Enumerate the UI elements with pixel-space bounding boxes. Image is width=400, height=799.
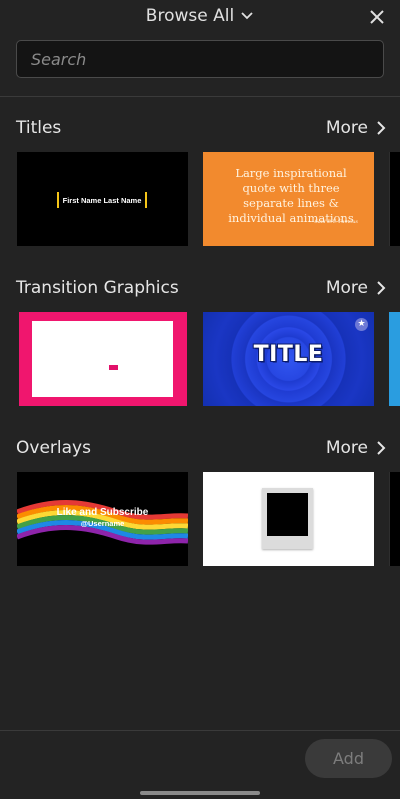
- browse-all-label: Browse All: [145, 6, 235, 26]
- quote-caption: Large inspirational quote with three sep…: [228, 166, 354, 225]
- transition-thumbnail-title[interactable]: TITLE ★: [203, 312, 374, 406]
- quote-author: ~ Said B.Y. Famous: [308, 219, 358, 225]
- transition-thumbnail-peek[interactable]: [389, 312, 400, 406]
- star-icon: ★: [355, 318, 368, 331]
- more-label: More: [325, 438, 368, 458]
- more-button-transition-graphics[interactable]: More: [326, 278, 386, 298]
- header-divider: [0, 96, 400, 97]
- title-thumbnail-peek[interactable]: [389, 152, 400, 246]
- overlay-thumbnail-like-subscribe[interactable]: Like and Subscribe @Username: [17, 472, 188, 566]
- chevron-right-icon: [377, 441, 386, 455]
- polaroid-frame: [262, 488, 313, 549]
- title-thumbnail-quote[interactable]: Large inspirational quote with three sep…: [203, 152, 374, 246]
- like-subscribe-text: Like and Subscribe: [56, 507, 149, 518]
- add-button[interactable]: Add: [305, 739, 392, 778]
- section-title-overlays: Overlays: [16, 438, 91, 458]
- chevron-right-icon: [377, 281, 386, 295]
- more-button-overlays[interactable]: More: [326, 438, 386, 458]
- frame-mark: [109, 365, 118, 370]
- more-label: More: [325, 118, 368, 138]
- overlay-caption: Like and Subscribe @Username: [17, 507, 188, 529]
- section-title-transition-graphics: Transition Graphics: [16, 278, 179, 298]
- title-caption: First Name Last Name: [57, 192, 147, 208]
- home-indicator: [140, 791, 260, 795]
- footer: Add: [0, 730, 400, 799]
- chevron-right-icon: [377, 121, 386, 135]
- transition-title-text: TITLE: [253, 342, 324, 367]
- more-label: More: [325, 278, 368, 298]
- frame-inner: [32, 321, 173, 397]
- username-text: @Username: [80, 519, 125, 528]
- title-thumbnail-first-name[interactable]: First Name Last Name: [17, 152, 188, 246]
- transition-thumbnail-pink-frame[interactable]: [19, 312, 187, 406]
- header: Browse All: [0, 0, 400, 36]
- search-input[interactable]: [16, 40, 384, 78]
- chevron-down-icon: [241, 12, 253, 20]
- polaroid-photo: [267, 493, 308, 536]
- more-button-titles[interactable]: More: [326, 118, 386, 138]
- close-icon[interactable]: [368, 8, 386, 26]
- overlay-thumbnail-polaroid[interactable]: [203, 472, 374, 566]
- section-title-titles: Titles: [16, 118, 62, 138]
- overlay-thumbnail-peek[interactable]: [389, 472, 400, 566]
- browse-all-dropdown[interactable]: Browse All: [0, 6, 400, 26]
